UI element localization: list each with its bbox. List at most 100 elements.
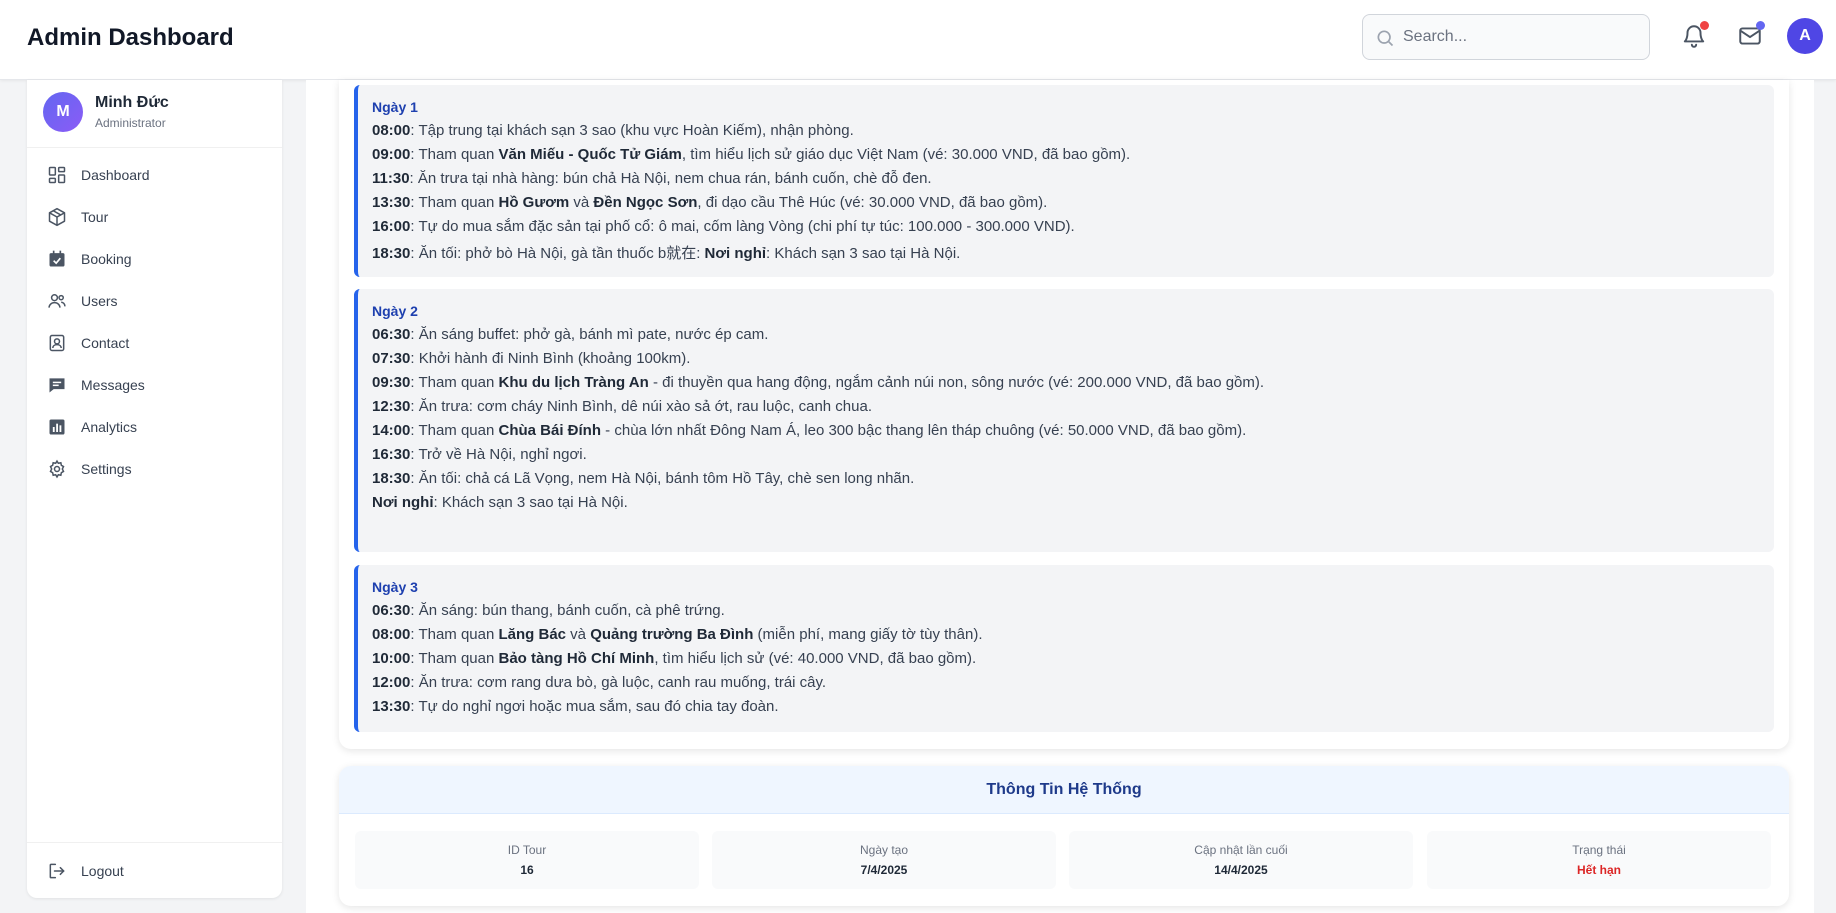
line-text: : Ăn trưa: cơm rang dưa bò, gà luộc, can… xyxy=(410,674,827,691)
line-text: : Tập trung tại khách sạn 3 sao (khu vực… xyxy=(410,122,854,139)
line-text: : Tự do nghỉ ngơi hoặc mua sắm, sau đó c… xyxy=(410,698,779,715)
notification-dot xyxy=(1700,21,1709,30)
info-value: 16 xyxy=(520,863,534,877)
line-highlight: 09:30 xyxy=(372,374,411,391)
sidebar-item-label: Booking xyxy=(81,251,132,267)
app-title: Admin Dashboard xyxy=(27,24,234,51)
system-info-header: Thông Tin Hệ Thống xyxy=(339,766,1789,814)
box-icon xyxy=(48,207,66,227)
itinerary-line: 18:30: Ăn tối: phở bò Hà Nội, gà tần thu… xyxy=(372,242,960,263)
profile-name: Minh Đức xyxy=(95,94,169,111)
itinerary-day: Ngày 3 06:30: Ăn sáng: bún thang, bánh c… xyxy=(354,565,1774,732)
line-highlight: Chùa Bái Đính xyxy=(498,422,602,439)
line-text: , tìm hiểu lịch sử (vé: 40.000 VND, đã b… xyxy=(654,650,977,667)
search-input[interactable] xyxy=(1403,23,1639,51)
logout-button[interactable]: Logout xyxy=(27,842,282,898)
sidebar-item-label: Analytics xyxy=(81,419,138,435)
sidebar-item-label: Settings xyxy=(81,461,132,477)
calendar-check-icon xyxy=(49,250,65,267)
line-text: : Trở về Hà Nội, nghỉ ngơi. xyxy=(410,446,587,463)
line-text: : Ăn sáng: bún thang, bánh cuốn, cà phê … xyxy=(410,602,725,619)
line-text: : Tham quan xyxy=(410,374,499,391)
line-text: : Ăn tối: chả cá Lã Vọng, nem Hà Nội, bá… xyxy=(410,470,915,487)
sidebar-item-analytics[interactable]: Analytics xyxy=(27,408,282,446)
line-text: : Tham quan xyxy=(410,422,499,439)
line-highlight: 09:00 xyxy=(372,146,411,163)
day-title: Ngày 2 xyxy=(372,303,418,319)
sidebar-item-contact[interactable]: Contact xyxy=(27,324,282,362)
itinerary-line: 16:30: Trở về Hà Nội, nghỉ ngơi. xyxy=(372,446,587,463)
system-info-card: Thông Tin Hệ Thống ID Tour 16 Ngày tạo 7… xyxy=(339,766,1789,906)
search-box[interactable] xyxy=(1362,14,1650,60)
itinerary-line: 11:30: Ăn trưa tại nhà hàng: bún chả Hà … xyxy=(372,170,932,187)
line-highlight: Hồ Gươm xyxy=(498,194,570,211)
line-text: : Ăn sáng buffet: phở gà, bánh mì pate, … xyxy=(410,326,769,343)
line-highlight: 13:30 xyxy=(372,698,411,715)
sidebar-item-tour[interactable]: Tour xyxy=(27,198,282,236)
logout-icon xyxy=(49,863,65,879)
profile-avatar: M xyxy=(43,92,83,132)
search-icon xyxy=(1377,30,1394,47)
info-field-tour-id: ID Tour 16 xyxy=(355,831,699,889)
line-highlight: 16:30 xyxy=(372,446,411,463)
sidebar: M Minh Đức Administrator Dashboard Tour … xyxy=(27,80,282,898)
top-header: Admin Dashboard A xyxy=(0,0,1836,80)
sidebar-item-settings[interactable]: Settings xyxy=(27,450,282,488)
contact-icon xyxy=(49,334,65,352)
user-avatar[interactable]: A xyxy=(1787,18,1823,54)
line-text: : Khách sạn 3 sao tại Hà Nội. xyxy=(433,494,628,511)
itinerary-line: 08:00: Tham quan Lăng Bác và Quảng trườn… xyxy=(372,626,983,643)
mail-dot xyxy=(1756,21,1765,30)
chart-icon xyxy=(49,419,65,435)
line-highlight: Văn Miếu - Quốc Tử Giám xyxy=(498,146,682,163)
line-text: : Tham quan xyxy=(410,650,499,667)
line-highlight: 18:30 xyxy=(372,470,411,487)
line-text: : Ăn tối: phở bò Hà Nội, gà tần thuốc b就… xyxy=(410,245,705,262)
day-title: Ngày 3 xyxy=(372,579,418,595)
sidebar-item-dashboard[interactable]: Dashboard xyxy=(27,156,282,194)
itinerary-line: 12:30: Ăn trưa: cơm cháy Ninh Bình, dê n… xyxy=(372,398,872,415)
itinerary-line: 07:30: Khởi hành đi Ninh Bình (khoảng 10… xyxy=(372,350,690,367)
info-value: 7/4/2025 xyxy=(860,863,908,877)
itinerary-card: Ngày 1 08:00: Tập trung tại khách sạn 3 … xyxy=(339,80,1789,749)
info-label: Ngày tạo xyxy=(859,843,909,857)
info-value: 14/4/2025 xyxy=(1214,863,1268,877)
line-highlight: Lăng Bác xyxy=(498,626,567,643)
sidebar-item-label: Contact xyxy=(81,335,130,351)
info-field-created: Ngày tạo 7/4/2025 xyxy=(712,831,1056,889)
sidebar-item-booking[interactable]: Booking xyxy=(27,240,282,278)
line-highlight: 14:00 xyxy=(372,422,411,439)
logout-label: Logout xyxy=(81,863,124,879)
line-highlight: Nơi nghỉ xyxy=(704,245,767,262)
line-highlight: 16:00 xyxy=(372,218,411,235)
line-highlight: 18:30 xyxy=(372,245,411,262)
line-text: , tìm hiểu lịch sử giáo dục Việt Nam (vé… xyxy=(681,146,1131,163)
info-label: Trạng thái xyxy=(1572,843,1626,857)
info-label: ID Tour xyxy=(507,843,547,857)
line-highlight: 08:00 xyxy=(372,626,411,643)
line-highlight: 13:30 xyxy=(372,194,411,211)
line-highlight: 12:00 xyxy=(372,674,411,691)
itinerary-day: Ngày 1 08:00: Tập trung tại khách sạn 3 … xyxy=(354,85,1774,277)
line-highlight: 11:30 xyxy=(372,170,410,187)
line-text: và xyxy=(569,194,594,211)
sidebar-item-users[interactable]: Users xyxy=(27,282,282,320)
itinerary-line: 09:00: Tham quan Văn Miếu - Quốc Tử Giám… xyxy=(372,146,1130,163)
sidebar-item-messages[interactable]: Messages xyxy=(27,366,282,404)
line-text: : Tự do mua sắm đặc sản tại phố cổ: ô ma… xyxy=(410,218,1075,235)
itinerary-line: 08:00: Tập trung tại khách sạn 3 sao (kh… xyxy=(372,122,854,139)
itinerary-line: 06:30: Ăn sáng buffet: phở gà, bánh mì p… xyxy=(372,326,768,343)
day-title: Ngày 1 xyxy=(372,99,418,115)
line-highlight: Quảng trường Ba Đình xyxy=(590,626,754,643)
itinerary-day: Ngày 2 06:30: Ăn sáng buffet: phở gà, bá… xyxy=(354,289,1774,552)
sidebar-item-label: Messages xyxy=(81,377,145,393)
line-text: và xyxy=(566,626,591,643)
line-highlight: 10:00 xyxy=(372,650,411,667)
status-badge: Hết hạn xyxy=(1576,863,1621,877)
line-highlight: Nơi nghỉ xyxy=(372,494,434,511)
itinerary-line: 13:30: Tự do nghỉ ngơi hoặc mua sắm, sau… xyxy=(372,698,779,715)
line-text: - đi thuyền qua hang động, ngắm cảnh núi… xyxy=(648,374,1265,391)
line-text: : Tham quan xyxy=(410,626,499,643)
line-text: : Tham quan xyxy=(410,146,499,163)
info-field-updated: Cập nhật lần cuối 14/4/2025 xyxy=(1069,831,1413,889)
